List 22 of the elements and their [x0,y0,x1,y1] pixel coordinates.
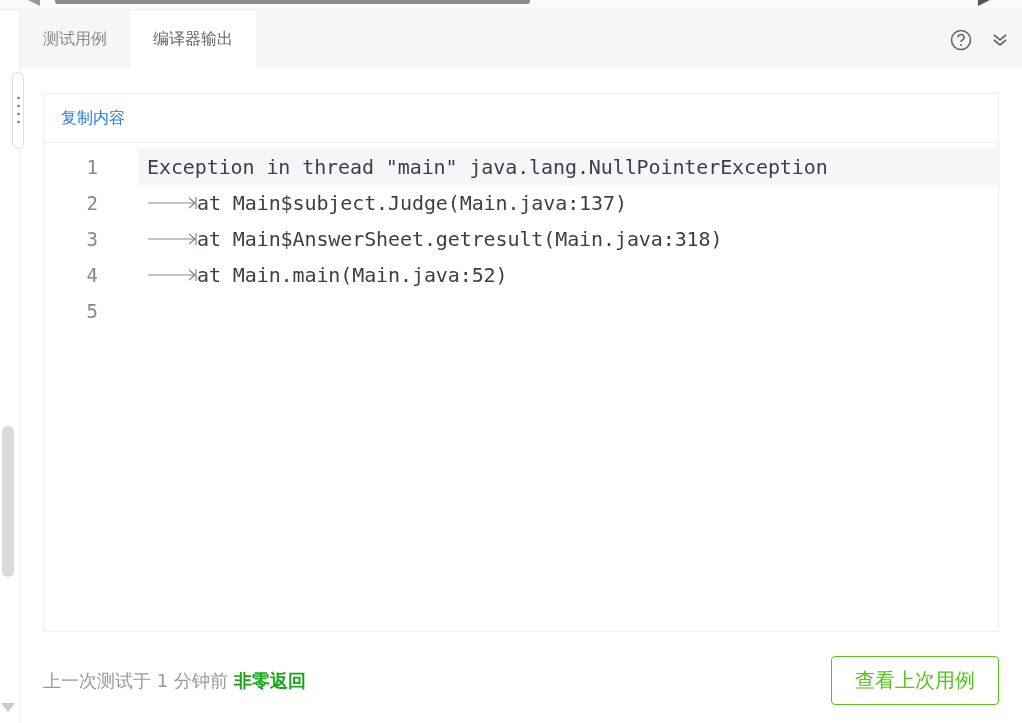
line-number: 1 [85,156,99,178]
collapse-icon[interactable] [992,31,1008,48]
tab[interactable]: 编译器输出 [130,10,256,69]
status-text: 上一次测试于 1 分钟前 非零返回 [43,668,306,693]
code-text: at Main.main(Main.java:52) [197,263,508,287]
code-text: at Main$subject.Judge(Main.java:137) [197,191,627,215]
tab[interactable]: 测试用例 [20,10,130,69]
scroll-down-icon[interactable] [1,703,15,712]
copy-content-link[interactable]: 复制内容 [61,107,125,129]
code-text: Exception in thread "main" java.lang.NullPointerException [147,155,828,179]
code-text: at Main$AnswerSheet.getresult(Main.java:318) [197,227,723,251]
scroll-left-icon[interactable] [28,0,40,6]
scrollbar-thumb[interactable] [55,0,530,4]
line-number: 4 [85,264,99,286]
help-icon[interactable] [950,28,972,51]
scrollbar-thumb[interactable] [2,426,14,577]
line-number: 5 [85,300,99,322]
scroll-right-icon[interactable] [978,0,990,6]
resize-handle[interactable] [12,72,24,149]
view-last-case-button[interactable]: 查看上次用例 [831,656,999,705]
line-number: 3 [85,228,99,250]
line-number: 2 [85,192,99,214]
